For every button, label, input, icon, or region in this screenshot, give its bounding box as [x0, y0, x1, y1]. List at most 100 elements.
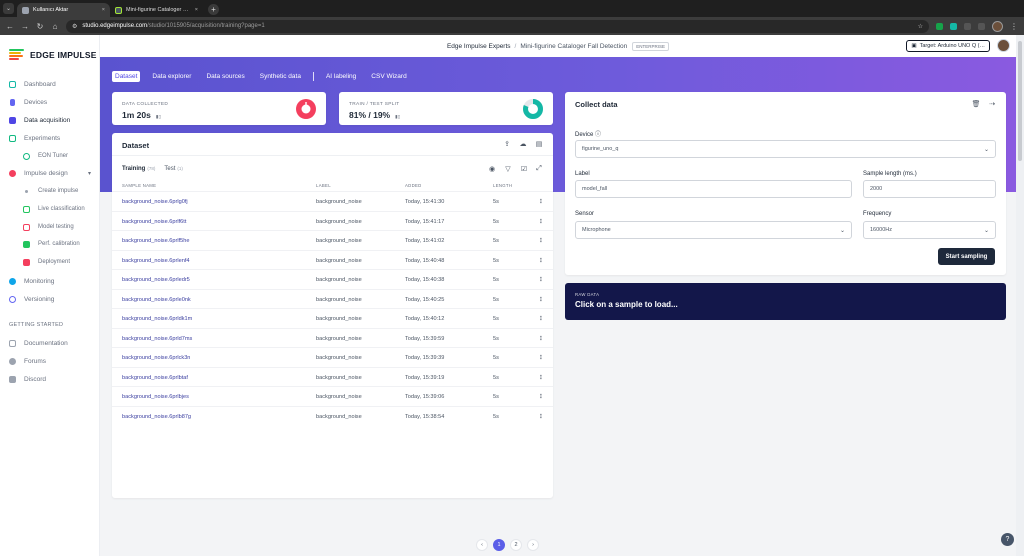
info-chart-icon[interactable]: ▮▯: [395, 114, 400, 120]
row-more-icon[interactable]: ⋮: [538, 316, 544, 322]
sample-name-cell[interactable]: background_noise.6prlg0fj: [122, 199, 188, 205]
table-row[interactable]: background_noise.6prlg0fj background_nois…: [112, 191, 553, 211]
user-avatar[interactable]: [997, 39, 1010, 52]
sidebar-item-discord[interactable]: Discord: [0, 371, 100, 387]
reload-icon[interactable]: ↻: [36, 22, 44, 31]
page-2-button[interactable]: 2: [510, 539, 522, 551]
sidebar-item-perf-calibration[interactable]: Perf. calibration: [0, 236, 100, 252]
forward-icon[interactable]: →: [21, 22, 29, 31]
extensions-puzzle-icon[interactable]: [964, 22, 971, 30]
split-view-icon[interactable]: [978, 22, 985, 30]
sample-name-cell[interactable]: background_noise.6prlbjes: [122, 394, 189, 400]
sidebar-item-forums[interactable]: Forums: [0, 353, 100, 369]
sidebar-item-create-impulse[interactable]: Create impulse: [0, 183, 100, 199]
sample-name-cell[interactable]: background_noise.6prlbtaf: [122, 375, 188, 381]
sidebar-item-experiments[interactable]: Experiments: [0, 130, 100, 146]
chevron-down-icon[interactable]: ▾: [88, 170, 91, 177]
tab-close-icon[interactable]: ×: [195, 7, 198, 13]
tab-csv-wizard[interactable]: CSV Wizard: [368, 71, 409, 82]
table-row[interactable]: background_noise.6prlenf4 background_nois…: [112, 249, 553, 270]
tab-data-sources[interactable]: Data sources: [203, 71, 247, 82]
row-more-icon[interactable]: ⋮: [538, 238, 544, 244]
tab-test[interactable]: Test (1): [164, 166, 183, 172]
tab-ai-labeling[interactable]: AI labeling: [323, 71, 359, 82]
sample-name-cell[interactable]: background_noise.6prlf6tt: [122, 219, 186, 225]
sample-length-input[interactable]: 2000: [863, 180, 996, 198]
browser-tab-1[interactable]: Mini-figurine Cataloger Fall De ×: [110, 3, 203, 17]
table-row[interactable]: background_noise.6prlf5he background_nois…: [112, 230, 553, 250]
tab-data-explorer[interactable]: Data explorer: [149, 71, 194, 82]
help-icon[interactable]: ?: [1001, 533, 1014, 546]
table-row[interactable]: background_noise.6prledr5 background_nois…: [112, 269, 553, 289]
tab-dataset[interactable]: Dataset: [112, 70, 141, 82]
site-info-icon[interactable]: ⚙: [72, 23, 77, 30]
page-scrollbar[interactable]: [1016, 35, 1024, 556]
expand-icon[interactable]: ⤢: [535, 165, 543, 173]
new-tab-button[interactable]: +: [208, 4, 219, 15]
previous-page-button[interactable]: ‹: [476, 539, 488, 551]
label-input[interactable]: model_fall: [575, 180, 852, 198]
table-row[interactable]: background_noise.6prldk1m background_nois…: [112, 308, 553, 328]
table-row[interactable]: background_noise.6prlbtaf background_nois…: [112, 366, 553, 387]
page-1-button[interactable]: 1: [493, 539, 505, 551]
sidebar-item-data-acquisition[interactable]: Data acquisition: [0, 112, 100, 128]
row-more-icon[interactable]: ⋮: [538, 219, 544, 225]
start-sampling-button[interactable]: Start sampling: [938, 248, 995, 265]
filter-icon[interactable]: ▽: [504, 165, 512, 173]
export-icon[interactable]: ▤: [535, 140, 543, 148]
cloud-upload-icon[interactable]: ☁: [519, 140, 527, 148]
camera-settings-icon[interactable]: ◉: [488, 165, 496, 173]
trash-icon[interactable]: 🗑: [972, 100, 981, 108]
sidebar-item-documentation[interactable]: Documentation: [0, 335, 100, 351]
address-bar[interactable]: ⚙ studio.edgeimpulse.com/studio/1015905/…: [66, 19, 929, 33]
row-more-icon[interactable]: ⋮: [538, 199, 544, 205]
sidebar-item-eon-tuner[interactable]: EON Tuner: [0, 148, 100, 164]
row-more-icon[interactable]: ⋮: [538, 394, 544, 400]
sample-name-cell[interactable]: background_noise.6prlb87g: [122, 414, 191, 420]
sidebar-item-deployment[interactable]: Deployment: [0, 254, 100, 270]
connect-device-icon[interactable]: ⇢: [988, 100, 996, 108]
sensor-select[interactable]: Microphone ⌄: [575, 221, 852, 239]
row-more-icon[interactable]: ⋮: [538, 258, 544, 264]
scrollbar-thumb[interactable]: [1018, 41, 1022, 161]
sidebar-item-devices[interactable]: Devices: [0, 94, 100, 110]
column-length[interactable]: LENGTH: [493, 183, 512, 188]
sidebar-item-monitoring[interactable]: Monitoring: [0, 273, 100, 289]
sample-name-cell[interactable]: background_noise.6prlenf4: [122, 258, 190, 264]
table-row[interactable]: background_noise.6prld7ms background_nois…: [112, 327, 553, 348]
row-more-icon[interactable]: ⋮: [538, 277, 544, 283]
table-row[interactable]: background_noise.6prlf6tt background_nois…: [112, 210, 553, 231]
table-row[interactable]: background_noise.6prlbjes background_nois…: [112, 386, 553, 406]
browser-menu-icon[interactable]: ⋮: [1010, 22, 1018, 31]
next-page-button[interactable]: ›: [527, 539, 539, 551]
table-row[interactable]: background_noise.6prlb87g background_nois…: [112, 405, 553, 426]
row-more-icon[interactable]: ⋮: [538, 355, 544, 361]
table-row[interactable]: background_noise.6prle0nk background_nois…: [112, 288, 553, 309]
sidebar-item-model-testing[interactable]: Model testing: [0, 219, 100, 235]
column-added[interactable]: ADDED: [405, 183, 422, 188]
breadcrumb-project[interactable]: Mini-figurine Cataloger Fall Detection: [520, 43, 627, 50]
upload-icon[interactable]: ⇪: [503, 140, 511, 148]
info-chart-icon[interactable]: ▮▯: [156, 114, 161, 120]
tab-close-icon[interactable]: ×: [102, 7, 105, 13]
tab-synthetic-data[interactable]: Synthetic data: [257, 71, 304, 82]
sample-name-cell[interactable]: background_noise.6prlck3n: [122, 355, 190, 361]
sidebar-item-impulse-design[interactable]: Impulse design ▾: [0, 165, 100, 181]
browser-profile-avatar[interactable]: [992, 20, 1003, 32]
target-device-button[interactable]: ▣ Target: Arduino UNO Q (…: [906, 40, 990, 52]
column-label[interactable]: LABEL: [316, 183, 331, 188]
row-more-icon[interactable]: ⋮: [538, 375, 544, 381]
sidebar-item-dashboard[interactable]: Dashboard: [0, 76, 100, 92]
column-sample-name[interactable]: SAMPLE NAME: [122, 183, 156, 188]
back-icon[interactable]: ←: [6, 22, 14, 31]
browser-tab-0[interactable]: Kullanıcı Aktar ×: [17, 3, 110, 17]
sample-name-cell[interactable]: background_noise.6prld7ms: [122, 336, 192, 342]
help-circle-icon[interactable]: ⓘ: [595, 132, 601, 138]
sample-name-cell[interactable]: background_noise.6prledr5: [122, 277, 190, 283]
breadcrumb-owner[interactable]: Edge Impulse Experts: [447, 43, 511, 50]
extension-icon[interactable]: [950, 22, 957, 30]
sample-name-cell[interactable]: background_noise.6prlf5he: [122, 238, 190, 244]
row-more-icon[interactable]: ⋮: [538, 297, 544, 303]
device-select[interactable]: figurine_uno_q ⌄: [575, 140, 996, 158]
home-icon[interactable]: ⌂: [51, 22, 59, 31]
